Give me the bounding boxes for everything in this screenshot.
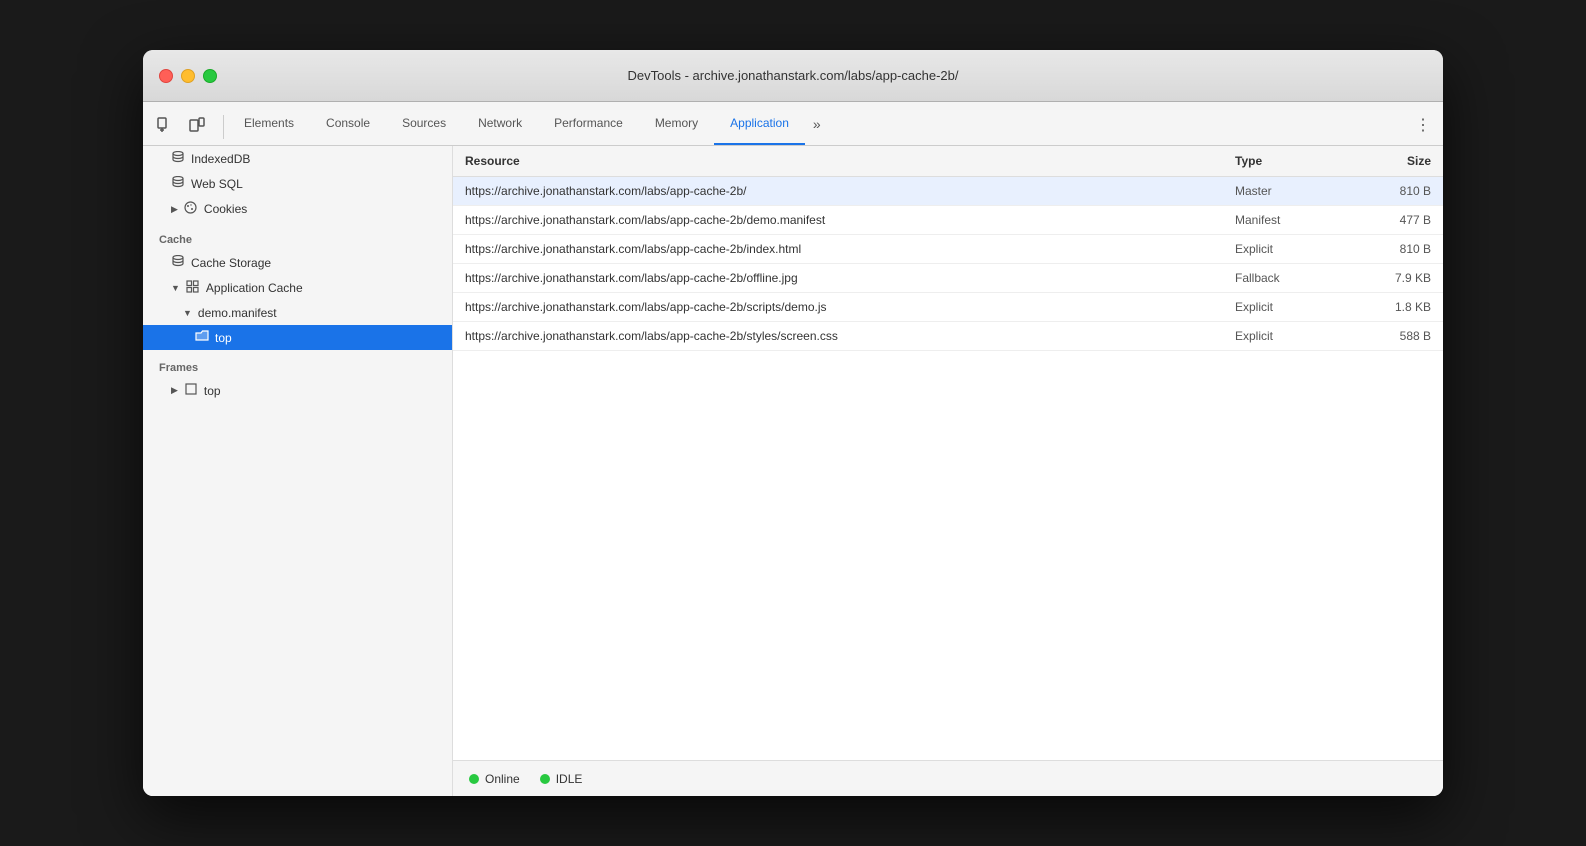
table-row[interactable]: https://archive.jonathanstark.com/labs/a… — [453, 293, 1443, 322]
idle-label: IDLE — [556, 772, 583, 786]
table-cell-size: 7.9 KB — [1343, 264, 1443, 293]
table-cell-type: Explicit — [1223, 322, 1343, 351]
tab-performance[interactable]: Performance — [538, 102, 639, 145]
window-title: DevTools - archive.jonathanstark.com/lab… — [628, 68, 959, 83]
toolbar-icons — [151, 111, 211, 145]
cache-section-label: Cache — [143, 222, 452, 250]
resource-table-container: Resource Type Size https://archive.jonat… — [453, 146, 1443, 760]
column-resource: Resource — [453, 146, 1223, 177]
status-bar: Online IDLE — [453, 760, 1443, 796]
sidebar-item-indexed-db[interactable]: IndexedDB — [143, 146, 452, 171]
sidebar: IndexedDB Web SQL ▶ — [143, 146, 453, 796]
db-icon-cache — [171, 255, 185, 270]
table-row[interactable]: https://archive.jonathanstark.com/labs/a… — [453, 235, 1443, 264]
table-cell-type: Explicit — [1223, 235, 1343, 264]
devtools-window: DevTools - archive.jonathanstark.com/lab… — [143, 50, 1443, 796]
table-cell-resource: https://archive.jonathanstark.com/labs/a… — [453, 293, 1223, 322]
sidebar-item-demo-manifest[interactable]: ▼ demo.manifest — [143, 301, 452, 325]
table-cell-size: 810 B — [1343, 235, 1443, 264]
tab-elements[interactable]: Elements — [228, 102, 310, 145]
idle-dot — [540, 774, 550, 784]
sidebar-item-cache-storage[interactable]: Cache Storage — [143, 250, 452, 275]
grid-icon — [186, 280, 200, 296]
arrow-icon-app-cache: ▼ — [171, 283, 180, 293]
frames-section-label: Frames — [143, 350, 452, 378]
table-cell-size: 1.8 KB — [1343, 293, 1443, 322]
square-icon — [184, 383, 198, 398]
sidebar-item-top-cache[interactable]: top — [143, 325, 452, 350]
table-cell-resource: https://archive.jonathanstark.com/labs/a… — [453, 177, 1223, 206]
table-cell-type: Explicit — [1223, 293, 1343, 322]
sidebar-item-cookies[interactable]: ▶ Cookies — [143, 196, 452, 222]
devtools-menu-button[interactable]: ⋮ — [1411, 111, 1435, 139]
resource-table: Resource Type Size https://archive.jonat… — [453, 146, 1443, 351]
tab-console[interactable]: Console — [310, 102, 386, 145]
table-cell-resource: https://archive.jonathanstark.com/labs/a… — [453, 264, 1223, 293]
sidebar-item-application-cache[interactable]: ▼ Application Cache — [143, 275, 452, 301]
status-online: Online — [469, 772, 520, 786]
sidebar-item-web-sql[interactable]: Web SQL — [143, 171, 452, 196]
traffic-lights — [159, 69, 217, 83]
status-idle: IDLE — [540, 772, 583, 786]
table-cell-resource: https://archive.jonathanstark.com/labs/a… — [453, 235, 1223, 264]
toolbar-menu: ⋮ — [1411, 111, 1435, 145]
arrow-icon-top-frame: ▶ — [171, 385, 178, 396]
db-icon-websql — [171, 176, 185, 191]
maximize-button[interactable] — [203, 69, 217, 83]
minimize-button[interactable] — [181, 69, 195, 83]
toolbar: Elements Console Sources Network Perform… — [143, 102, 1443, 146]
sidebar-item-top-frame[interactable]: ▶ top — [143, 378, 452, 403]
toolbar-separator — [223, 115, 224, 139]
db-icon — [171, 151, 185, 166]
tab-application[interactable]: Application — [714, 102, 805, 145]
cookie-icon — [184, 201, 198, 217]
table-cell-type: Master — [1223, 177, 1343, 206]
column-size: Size — [1343, 146, 1443, 177]
device-icon[interactable] — [183, 111, 211, 139]
more-tabs-button[interactable]: » — [805, 102, 829, 145]
table-cell-size: 588 B — [1343, 322, 1443, 351]
table-row[interactable]: https://archive.jonathanstark.com/labs/a… — [453, 264, 1443, 293]
arrow-icon-demo-manifest: ▼ — [183, 308, 192, 318]
tab-sources[interactable]: Sources — [386, 102, 462, 145]
titlebar: DevTools - archive.jonathanstark.com/lab… — [143, 50, 1443, 102]
table-cell-type: Fallback — [1223, 264, 1343, 293]
table-row[interactable]: https://archive.jonathanstark.com/labs/a… — [453, 322, 1443, 351]
inspect-icon[interactable] — [151, 111, 179, 139]
tab-bar: Elements Console Sources Network Perform… — [228, 102, 1411, 145]
table-cell-size: 810 B — [1343, 177, 1443, 206]
table-row[interactable]: https://archive.jonathanstark.com/labs/a… — [453, 177, 1443, 206]
table-cell-size: 477 B — [1343, 206, 1443, 235]
table-cell-resource: https://archive.jonathanstark.com/labs/a… — [453, 206, 1223, 235]
table-cell-resource: https://archive.jonathanstark.com/labs/a… — [453, 322, 1223, 351]
table-cell-type: Manifest — [1223, 206, 1343, 235]
content-panel: Resource Type Size https://archive.jonat… — [453, 146, 1443, 796]
column-type: Type — [1223, 146, 1343, 177]
arrow-icon-cookies: ▶ — [171, 204, 178, 215]
close-button[interactable] — [159, 69, 173, 83]
tab-network[interactable]: Network — [462, 102, 538, 145]
table-header-row: Resource Type Size — [453, 146, 1443, 177]
tab-memory[interactable]: Memory — [639, 102, 714, 145]
online-label: Online — [485, 772, 520, 786]
table-row[interactable]: https://archive.jonathanstark.com/labs/a… — [453, 206, 1443, 235]
online-dot — [469, 774, 479, 784]
folder-icon — [195, 330, 209, 345]
main-content: IndexedDB Web SQL ▶ — [143, 146, 1443, 796]
